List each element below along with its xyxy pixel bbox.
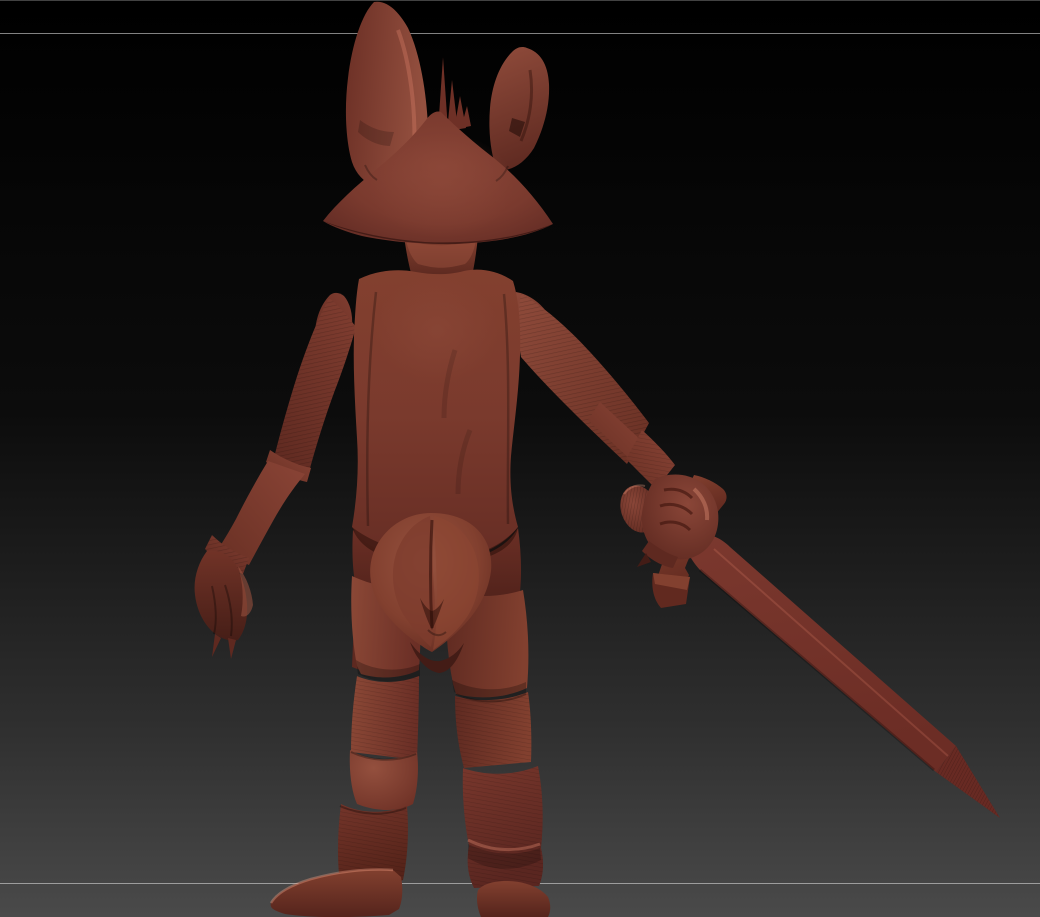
canvas-top-line bbox=[0, 33, 1040, 34]
left-lower-thigh-ribbing bbox=[351, 676, 419, 760]
right-boot-ribbing bbox=[463, 766, 543, 888]
frame-top-line bbox=[0, 0, 1040, 1]
right-shin-ribbing bbox=[455, 692, 531, 768]
vest-back-highlight bbox=[375, 275, 499, 385]
head-highlight bbox=[370, 133, 514, 237]
canvas-3d[interactable] bbox=[0, 0, 1040, 917]
sculpt-viewport[interactable] bbox=[0, 0, 1040, 917]
